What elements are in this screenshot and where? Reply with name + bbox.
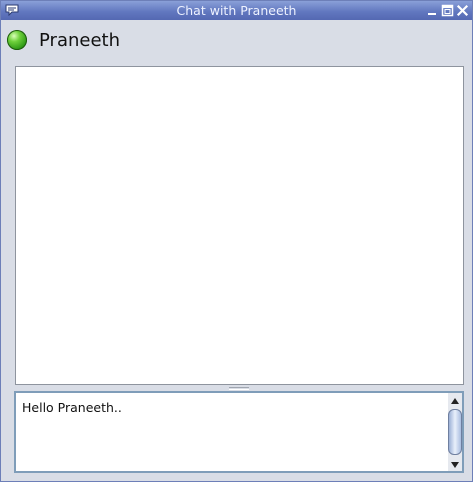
contact-name: Praneeth (39, 29, 120, 51)
close-icon[interactable] (456, 4, 469, 17)
chat-window: Chat with Praneeth Praneeth (0, 0, 473, 482)
message-scrollbar[interactable] (448, 393, 462, 471)
scroll-thumb[interactable] (448, 409, 462, 455)
splitter-handle[interactable] (229, 387, 249, 390)
title-bar[interactable]: Chat with Praneeth (1, 1, 472, 20)
message-input-container (14, 391, 464, 473)
scroll-up-icon[interactable] (448, 393, 462, 407)
maximize-icon[interactable] (441, 4, 454, 17)
window-title: Chat with Praneeth (176, 3, 297, 18)
chat-history-pane[interactable] (15, 66, 464, 385)
status-online-icon (7, 30, 27, 50)
contact-header: Praneeth (7, 28, 120, 52)
scroll-down-icon[interactable] (448, 457, 462, 471)
minimize-icon[interactable] (426, 4, 439, 17)
message-input[interactable] (16, 393, 444, 471)
